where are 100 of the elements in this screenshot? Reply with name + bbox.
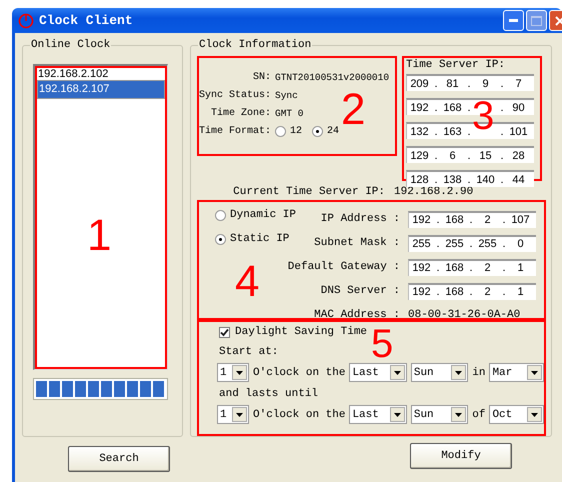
field-value: Sync	[275, 90, 298, 100]
dropdown[interactable]: Last	[349, 405, 407, 424]
radio-option[interactable]: 12	[275, 126, 302, 136]
ip-separator: .	[499, 102, 505, 114]
ip-separator: .	[433, 102, 439, 114]
ip-input-field[interactable]: 255 . 255 . 255 . 0	[408, 234, 536, 252]
field-label: Time Zone:	[210, 108, 271, 118]
annotation-number: 2	[341, 88, 366, 132]
ip-separator: .	[499, 174, 505, 186]
ip-octet: 2	[483, 286, 492, 298]
ip-separator: .	[501, 214, 507, 226]
ip-input-field[interactable]: 192 . 168 . 2 . 1	[408, 258, 536, 276]
ip-separator: .	[433, 126, 439, 138]
dropdown[interactable]: 1	[217, 405, 250, 424]
ip-octet: 168	[444, 214, 465, 226]
ip-octet: 192	[411, 286, 432, 298]
dropdown[interactable]: 1	[217, 363, 250, 382]
radio-option[interactable]: Dynamic IP	[215, 209, 296, 221]
ip-input-field[interactable]: 209 . 81 . 9 . 7	[406, 74, 534, 91]
ip-separator: .	[466, 174, 472, 186]
ip-octet: 209	[409, 78, 430, 90]
field-value: 08-00-31-26-0A-A0	[408, 309, 522, 321]
ip-separator: .	[499, 78, 505, 90]
dropdown[interactable]: Last	[349, 363, 407, 382]
close-icon	[554, 14, 562, 26]
section-title: Time Server IP:	[406, 58, 506, 72]
dropdown[interactable]: Mar	[489, 363, 544, 382]
ip-octet: 1	[516, 262, 525, 274]
ip-separator: .	[468, 238, 474, 250]
annotation-number: 1	[87, 214, 112, 258]
ip-octet: 2	[483, 262, 492, 274]
field-label: Sync Status:	[199, 90, 271, 100]
minimize-icon	[509, 19, 518, 22]
ip-separator: .	[433, 78, 439, 90]
dropdown[interactable]: Sun	[410, 363, 468, 382]
ip-octet: 44	[511, 174, 526, 186]
ip-separator: .	[501, 262, 507, 274]
list-item[interactable]: 192.168.2.102	[37, 69, 165, 80]
ip-octet: 1	[516, 286, 525, 298]
row-text: O'clock on the	[253, 366, 346, 378]
field-value: GTNT20100531v2000010	[275, 72, 390, 82]
ip-octet: 9	[481, 78, 490, 90]
ip-separator: .	[433, 150, 439, 162]
ip-octet: 90	[511, 102, 526, 114]
ip-separator: .	[466, 102, 472, 114]
ip-octet: 168	[444, 286, 465, 298]
field-value: 192.168.2.90	[394, 186, 474, 198]
ip-octet: 192	[411, 214, 432, 226]
ip-octet: 81	[445, 78, 460, 90]
dropdown[interactable]: Oct	[489, 405, 544, 424]
ip-octet: 6	[448, 150, 457, 162]
ip-input-field[interactable]: 128 . 138 . 140 . 44	[406, 170, 534, 187]
radio-option[interactable]: Static IP	[215, 233, 290, 245]
ip-octet: 163	[442, 126, 463, 138]
dropdown[interactable]: Sun	[410, 405, 468, 424]
row-text: in	[472, 366, 486, 378]
field-label: Default Gateway :	[286, 261, 400, 273]
list-item[interactable]: 192.168.2.107	[37, 80, 165, 99]
ip-input-field[interactable]: 129 . 6 . 15 . 28	[406, 146, 534, 163]
field-value: GMT 0	[275, 108, 304, 118]
ip-octet: 255	[411, 238, 432, 250]
modify-button[interactable]: Modify	[410, 443, 512, 469]
ip-separator: .	[466, 126, 472, 138]
ip-octet: 7	[514, 78, 523, 90]
ip-separator: .	[435, 238, 441, 250]
ip-separator: .	[466, 78, 472, 90]
radio-label: Static IP	[230, 233, 290, 245]
checkbox-label: Daylight Saving Time	[235, 326, 368, 338]
ip-input-field[interactable]: 192 . 168 . 2 . 107	[408, 210, 536, 228]
ip-octet: 255	[444, 238, 465, 250]
search-button[interactable]: Search	[68, 446, 170, 472]
row-text: O'clock on the	[253, 408, 346, 420]
field-label: IP Address :	[320, 213, 400, 225]
ip-octet: 2	[483, 214, 492, 226]
field-label: Subnet Mask :	[313, 237, 400, 249]
ip-octet: 0	[516, 238, 525, 250]
maximize-button[interactable]	[526, 10, 547, 31]
ip-octet: 101	[508, 126, 529, 138]
maximize-icon	[531, 16, 542, 26]
ip-octet: 192	[409, 102, 430, 114]
minimize-button[interactable]	[503, 10, 524, 31]
field-label: Time Format:	[199, 126, 271, 136]
annotation-number: 5	[371, 324, 394, 364]
ip-octet: 192	[411, 262, 432, 274]
ip-octet: 168	[444, 262, 465, 274]
ip-input-field[interactable]: 192 . 168 . 2 . 1	[408, 282, 536, 300]
ip-octet: 138	[442, 174, 463, 186]
radio-option[interactable]: 24	[312, 126, 340, 136]
ip-octet: 15	[478, 150, 493, 162]
radio-label: 12	[290, 126, 302, 136]
field-label: Current Time Server IP:	[232, 186, 385, 198]
ip-separator: .	[433, 174, 439, 186]
field-label: SN:	[252, 72, 271, 82]
ip-octet: 132	[409, 126, 430, 138]
row-text: of	[472, 408, 486, 420]
ip-separator: .	[501, 238, 507, 250]
clock-list[interactable]: 192.168.2.102 192.168.2.107 1	[33, 64, 168, 370]
checkbox[interactable]	[219, 326, 230, 338]
ip-separator: .	[499, 150, 505, 162]
ip-separator: .	[468, 262, 474, 274]
